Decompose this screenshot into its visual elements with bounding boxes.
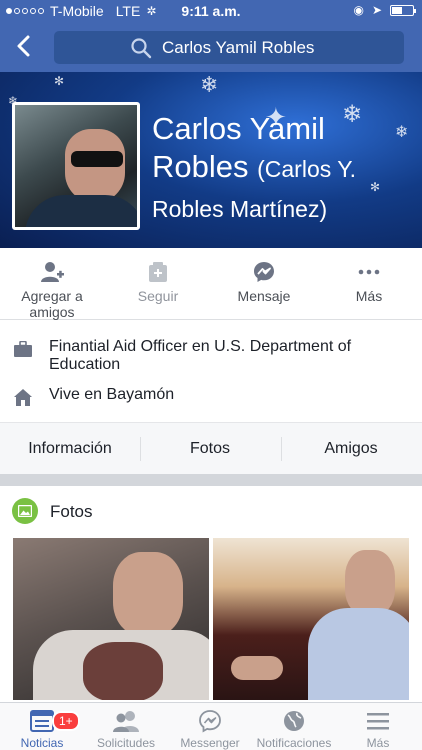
profile-tabs: Información Fotos Amigos [0, 422, 422, 474]
orientation-lock-icon: ◉ [353, 3, 364, 17]
tab-noticias[interactable]: Noticias 1+ [0, 709, 84, 750]
tab-messenger[interactable]: Messenger [168, 709, 252, 750]
message-label: Mensaje [237, 288, 291, 304]
briefcase-icon [14, 340, 32, 357]
status-bar: T-Mobile LTE ✲ 9:11 a.m. ◉ ➤ [0, 0, 422, 22]
tab-amigos[interactable]: Amigos [281, 440, 421, 458]
location-icon: ➤ [371, 3, 382, 17]
follow-button[interactable]: Seguir [108, 260, 208, 304]
photos-title[interactable]: Fotos [50, 502, 93, 522]
snowflake-icon: ✻ [54, 74, 65, 88]
news-feed-icon [30, 710, 54, 732]
section-divider [0, 474, 422, 486]
add-friend-icon [41, 262, 64, 282]
messenger-icon [199, 710, 221, 733]
tab-label: Solicitudes [96, 736, 156, 750]
profile-name-block: Carlos Yamil Robles (Carlos Y. Robles Ma… [152, 110, 412, 228]
message-button[interactable]: Mensaje [214, 260, 314, 304]
house-icon [14, 389, 32, 406]
add-friend-button[interactable]: Agregar a amigos [2, 260, 102, 320]
tab-notificaciones[interactable]: Notificaciones [252, 709, 336, 750]
photos-section: Fotos [0, 486, 422, 706]
more-button[interactable]: Más [319, 260, 419, 304]
globe-icon [284, 711, 304, 731]
tab-solicitudes[interactable]: Solicitudes [84, 709, 168, 750]
snowflake-icon: ❄ [200, 72, 219, 97]
work-info[interactable]: Finantial Aid Officer en U.S. Department… [14, 338, 389, 374]
follow-label: Seguir [137, 288, 179, 304]
photo-thumbnail[interactable] [213, 538, 409, 700]
photo-thumbnail[interactable] [13, 538, 209, 700]
tab-informacion[interactable]: Información [0, 440, 140, 458]
search-input[interactable]: Carlos Yamil Robles [54, 31, 404, 64]
more-label: Más [355, 288, 383, 304]
tab-label: Messenger [180, 736, 240, 750]
notification-badge: 1+ [52, 711, 80, 731]
tab-label: Notificaciones [256, 736, 332, 750]
back-button[interactable] [10, 31, 38, 61]
tab-label: Más [366, 736, 390, 750]
home-info[interactable]: Vive en Bayamón [14, 386, 389, 411]
chevron-left-icon [17, 35, 30, 57]
tab-fotos[interactable]: Fotos [140, 440, 280, 458]
home-text: Vive en Bayamón [49, 386, 175, 403]
search-text: Carlos Yamil Robles [162, 38, 315, 57]
battery-icon [390, 4, 416, 16]
search-icon [131, 38, 152, 59]
follow-icon [149, 262, 167, 282]
friend-requests-icon [113, 711, 139, 732]
photos-icon [12, 498, 38, 524]
add-friend-label: Agregar a amigos [21, 288, 83, 320]
profile-info: Finantial Aid Officer en U.S. Department… [0, 320, 422, 422]
more-icon [358, 269, 380, 275]
tab-mas[interactable]: Más [336, 709, 420, 750]
profile-picture[interactable] [12, 102, 140, 230]
menu-icon [367, 713, 389, 730]
profile-actions: Agregar a amigos Seguir Mensaje Más [0, 248, 422, 320]
work-text: Finantial Aid Officer en U.S. Department… [49, 338, 352, 373]
messenger-icon [254, 262, 274, 282]
bottom-tab-bar: Noticias 1+ Solicitudes Messenger Notifi… [0, 702, 422, 750]
tab-label: Noticias [20, 736, 64, 750]
top-bar: T-Mobile LTE ✲ 9:11 a.m. ◉ ➤ Carlos Yami… [0, 0, 422, 72]
